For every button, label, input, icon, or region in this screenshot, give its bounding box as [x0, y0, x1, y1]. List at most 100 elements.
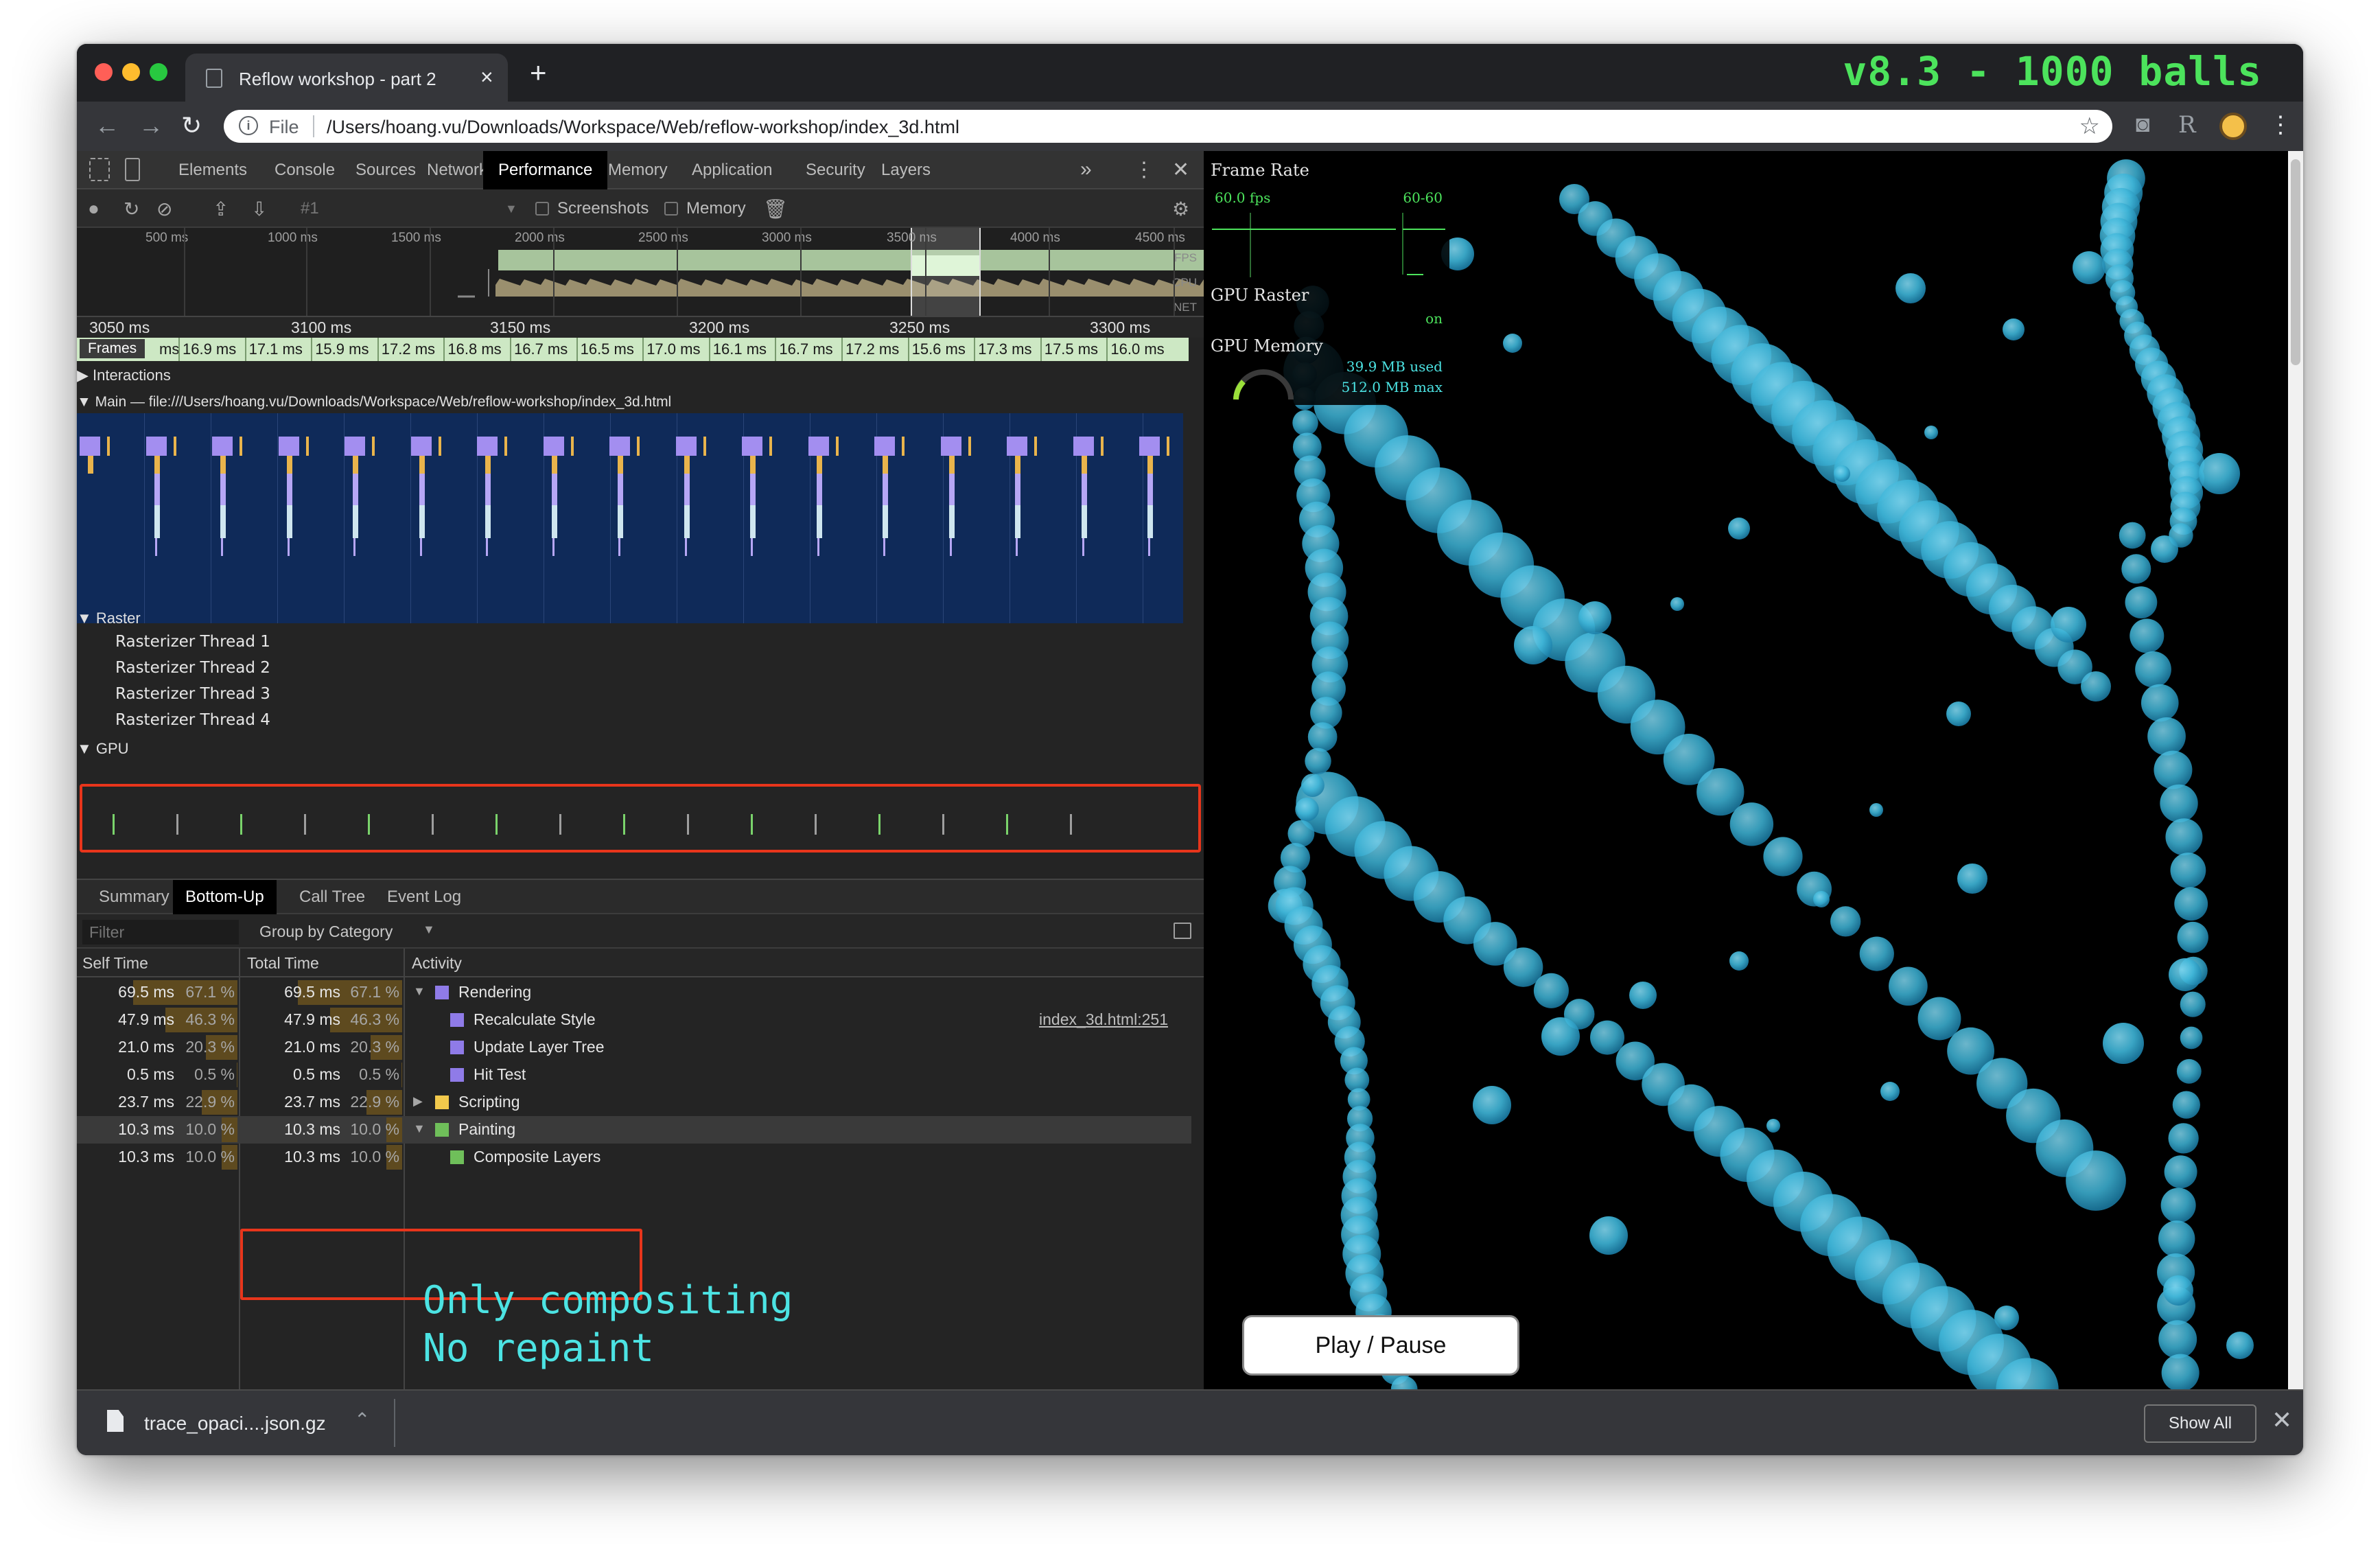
hit-test-bar[interactable] — [154, 538, 157, 556]
upload-icon[interactable]: ⇪ — [213, 198, 229, 220]
rasterizer-thread-3[interactable]: Rasterizer Thread 3 — [115, 685, 270, 703]
tab-memory[interactable]: Memory — [593, 151, 683, 189]
animation-frame-bar[interactable] — [1015, 456, 1020, 474]
task-bar[interactable] — [345, 437, 365, 456]
frame-duration[interactable]: 16.9 ms — [183, 340, 236, 358]
frames-track[interactable]: Frames ms 16.9 ms 17.1 ms 15.9 ms 17.2 ms 16.… — [77, 338, 1189, 361]
hit-test-bar[interactable] — [1016, 538, 1018, 556]
table-row[interactable]: 47.9 ms 46.3 % 47.9 ms 46.3 % Recalculate St… — [77, 1006, 1191, 1034]
animation-frame-bar[interactable] — [88, 456, 93, 474]
hit-test-bar[interactable] — [1082, 538, 1084, 556]
task-bar[interactable] — [145, 437, 167, 456]
tab-console[interactable]: Console — [259, 151, 350, 189]
task-bar[interactable] — [80, 437, 100, 456]
tab-application[interactable]: Application — [677, 151, 787, 189]
update-layer-tree-bar[interactable] — [353, 505, 358, 538]
frame-duration[interactable]: 16.7 ms — [779, 340, 832, 358]
url-text[interactable]: /Users/hoang.vu/Downloads/Workspace/Web/… — [327, 117, 959, 138]
extension-r-icon[interactable]: R — [2178, 111, 2196, 139]
reload-profile-icon[interactable]: ↻ — [124, 198, 139, 220]
gpu-track-header[interactable]: ▼ GPU — [77, 740, 129, 758]
hit-test-bar[interactable] — [618, 538, 620, 556]
small-task-bar[interactable] — [372, 437, 375, 456]
small-task-bar[interactable] — [769, 437, 772, 456]
update-layer-tree-bar[interactable] — [419, 505, 425, 538]
frame-duration[interactable]: 15.9 ms — [315, 340, 369, 358]
hit-test-bar[interactable] — [817, 538, 819, 556]
animation-frame-bar[interactable] — [1081, 456, 1087, 474]
tab-call-tree[interactable]: Call Tree — [287, 880, 377, 914]
task-bar[interactable] — [1139, 437, 1160, 456]
recalculate-style-bar[interactable] — [485, 474, 491, 505]
small-task-bar[interactable] — [1034, 437, 1037, 456]
page-viewport[interactable]: Frame Rate 60.0 fps 60-60 GPU Raster on … — [1204, 151, 2303, 1389]
interactions-track[interactable]: ▶ Interactions — [77, 367, 171, 384]
frame-duration[interactable]: 16.5 ms — [581, 340, 634, 358]
hit-test-bar[interactable] — [1148, 538, 1150, 556]
filter-input[interactable] — [82, 920, 239, 944]
small-task-bar[interactable] — [173, 437, 176, 456]
raster-track-header[interactable]: ▼ Raster — [77, 610, 141, 627]
update-layer-tree-bar[interactable] — [485, 505, 491, 538]
gear-icon[interactable]: ⚙ — [1172, 198, 1189, 220]
update-layer-tree-bar[interactable] — [220, 505, 226, 538]
total-time-header[interactable]: Total Time — [247, 954, 319, 973]
hit-test-bar[interactable] — [221, 538, 223, 556]
download-icon[interactable]: ⇩ — [251, 198, 267, 220]
hit-test-bar[interactable] — [486, 538, 488, 556]
hit-test-bar[interactable] — [552, 538, 555, 556]
small-task-bar[interactable] — [835, 437, 839, 456]
animation-frame-bar[interactable] — [286, 456, 292, 474]
animation-frame-bar[interactable] — [485, 456, 491, 474]
task-bar[interactable] — [874, 437, 895, 456]
recalculate-style-bar[interactable] — [551, 474, 557, 505]
task-bar[interactable] — [808, 437, 829, 456]
timeline-overview[interactable]: 500 ms 1000 ms 1500 ms 2000 ms 2500 ms 3000 m… — [77, 228, 1204, 316]
recalculate-style-bar[interactable] — [1015, 474, 1020, 505]
activity-header[interactable]: Activity — [412, 954, 462, 973]
chevron-up-icon[interactable]: ⌃ — [354, 1408, 370, 1431]
animation-frame-bar[interactable] — [220, 456, 226, 474]
task-bar[interactable] — [742, 437, 762, 456]
main-flame-chart[interactable] — [77, 413, 1183, 623]
recalculate-style-bar[interactable] — [618, 474, 623, 505]
animation-frame-bar[interactable] — [154, 456, 160, 474]
address-bar[interactable]: i File /Users/hoang.vu/Downloads/Workspa… — [224, 110, 2112, 143]
animation-frame-bar[interactable] — [750, 456, 756, 474]
close-devtools-button[interactable]: ✕ — [1172, 158, 1189, 182]
task-bar[interactable] — [543, 437, 564, 456]
update-layer-tree-bar[interactable] — [1147, 505, 1153, 538]
frame-duration[interactable]: 16.0 ms — [1110, 340, 1164, 358]
back-button[interactable]: ← — [95, 111, 119, 140]
profile-select[interactable]: #1 — [301, 199, 319, 218]
frame-duration[interactable]: 17.1 ms — [249, 340, 303, 358]
download-filename[interactable]: trace_opaci....json.gz — [144, 1413, 326, 1435]
table-row[interactable]: 10.3 ms 10.0 % 10.3 ms 10.0 % Composite Laye… — [77, 1144, 1191, 1171]
update-layer-tree-bar[interactable] — [1015, 505, 1020, 538]
clear-icon[interactable]: ⊘ — [156, 198, 172, 220]
frame-duration[interactable]: 17.5 ms — [1045, 340, 1098, 358]
hit-test-bar[interactable] — [684, 538, 687, 556]
recalculate-style-bar[interactable] — [750, 474, 756, 505]
update-layer-tree-bar[interactable] — [816, 505, 822, 538]
minimize-window-button[interactable] — [122, 63, 140, 81]
task-bar[interactable] — [477, 437, 498, 456]
menu-icon[interactable]: ⋮ — [2269, 111, 2292, 139]
recalculate-style-bar[interactable] — [948, 474, 955, 505]
main-track-header[interactable]: ▼ Main — file:///Users/hoang.vu/Download… — [77, 394, 671, 410]
frame-duration[interactable]: 15.6 ms — [912, 340, 966, 358]
recalculate-style-bar[interactable] — [1081, 474, 1087, 505]
frame-duration[interactable]: 17.2 ms — [382, 340, 435, 358]
group-by-select[interactable]: Group by Category — [259, 923, 393, 941]
task-bar[interactable] — [410, 437, 432, 456]
screenshots-checkbox[interactable] — [535, 202, 549, 216]
small-task-bar[interactable] — [902, 437, 905, 456]
recalculate-style-bar[interactable] — [816, 474, 822, 505]
update-layer-tree-bar[interactable] — [551, 505, 557, 538]
task-bar[interactable] — [609, 437, 630, 456]
inspect-icon[interactable] — [89, 158, 110, 181]
animation-frame-bar[interactable] — [353, 456, 358, 474]
task-bar[interactable] — [1073, 437, 1094, 456]
hit-test-bar[interactable] — [949, 538, 952, 556]
animation-frame-bar[interactable] — [419, 456, 425, 474]
